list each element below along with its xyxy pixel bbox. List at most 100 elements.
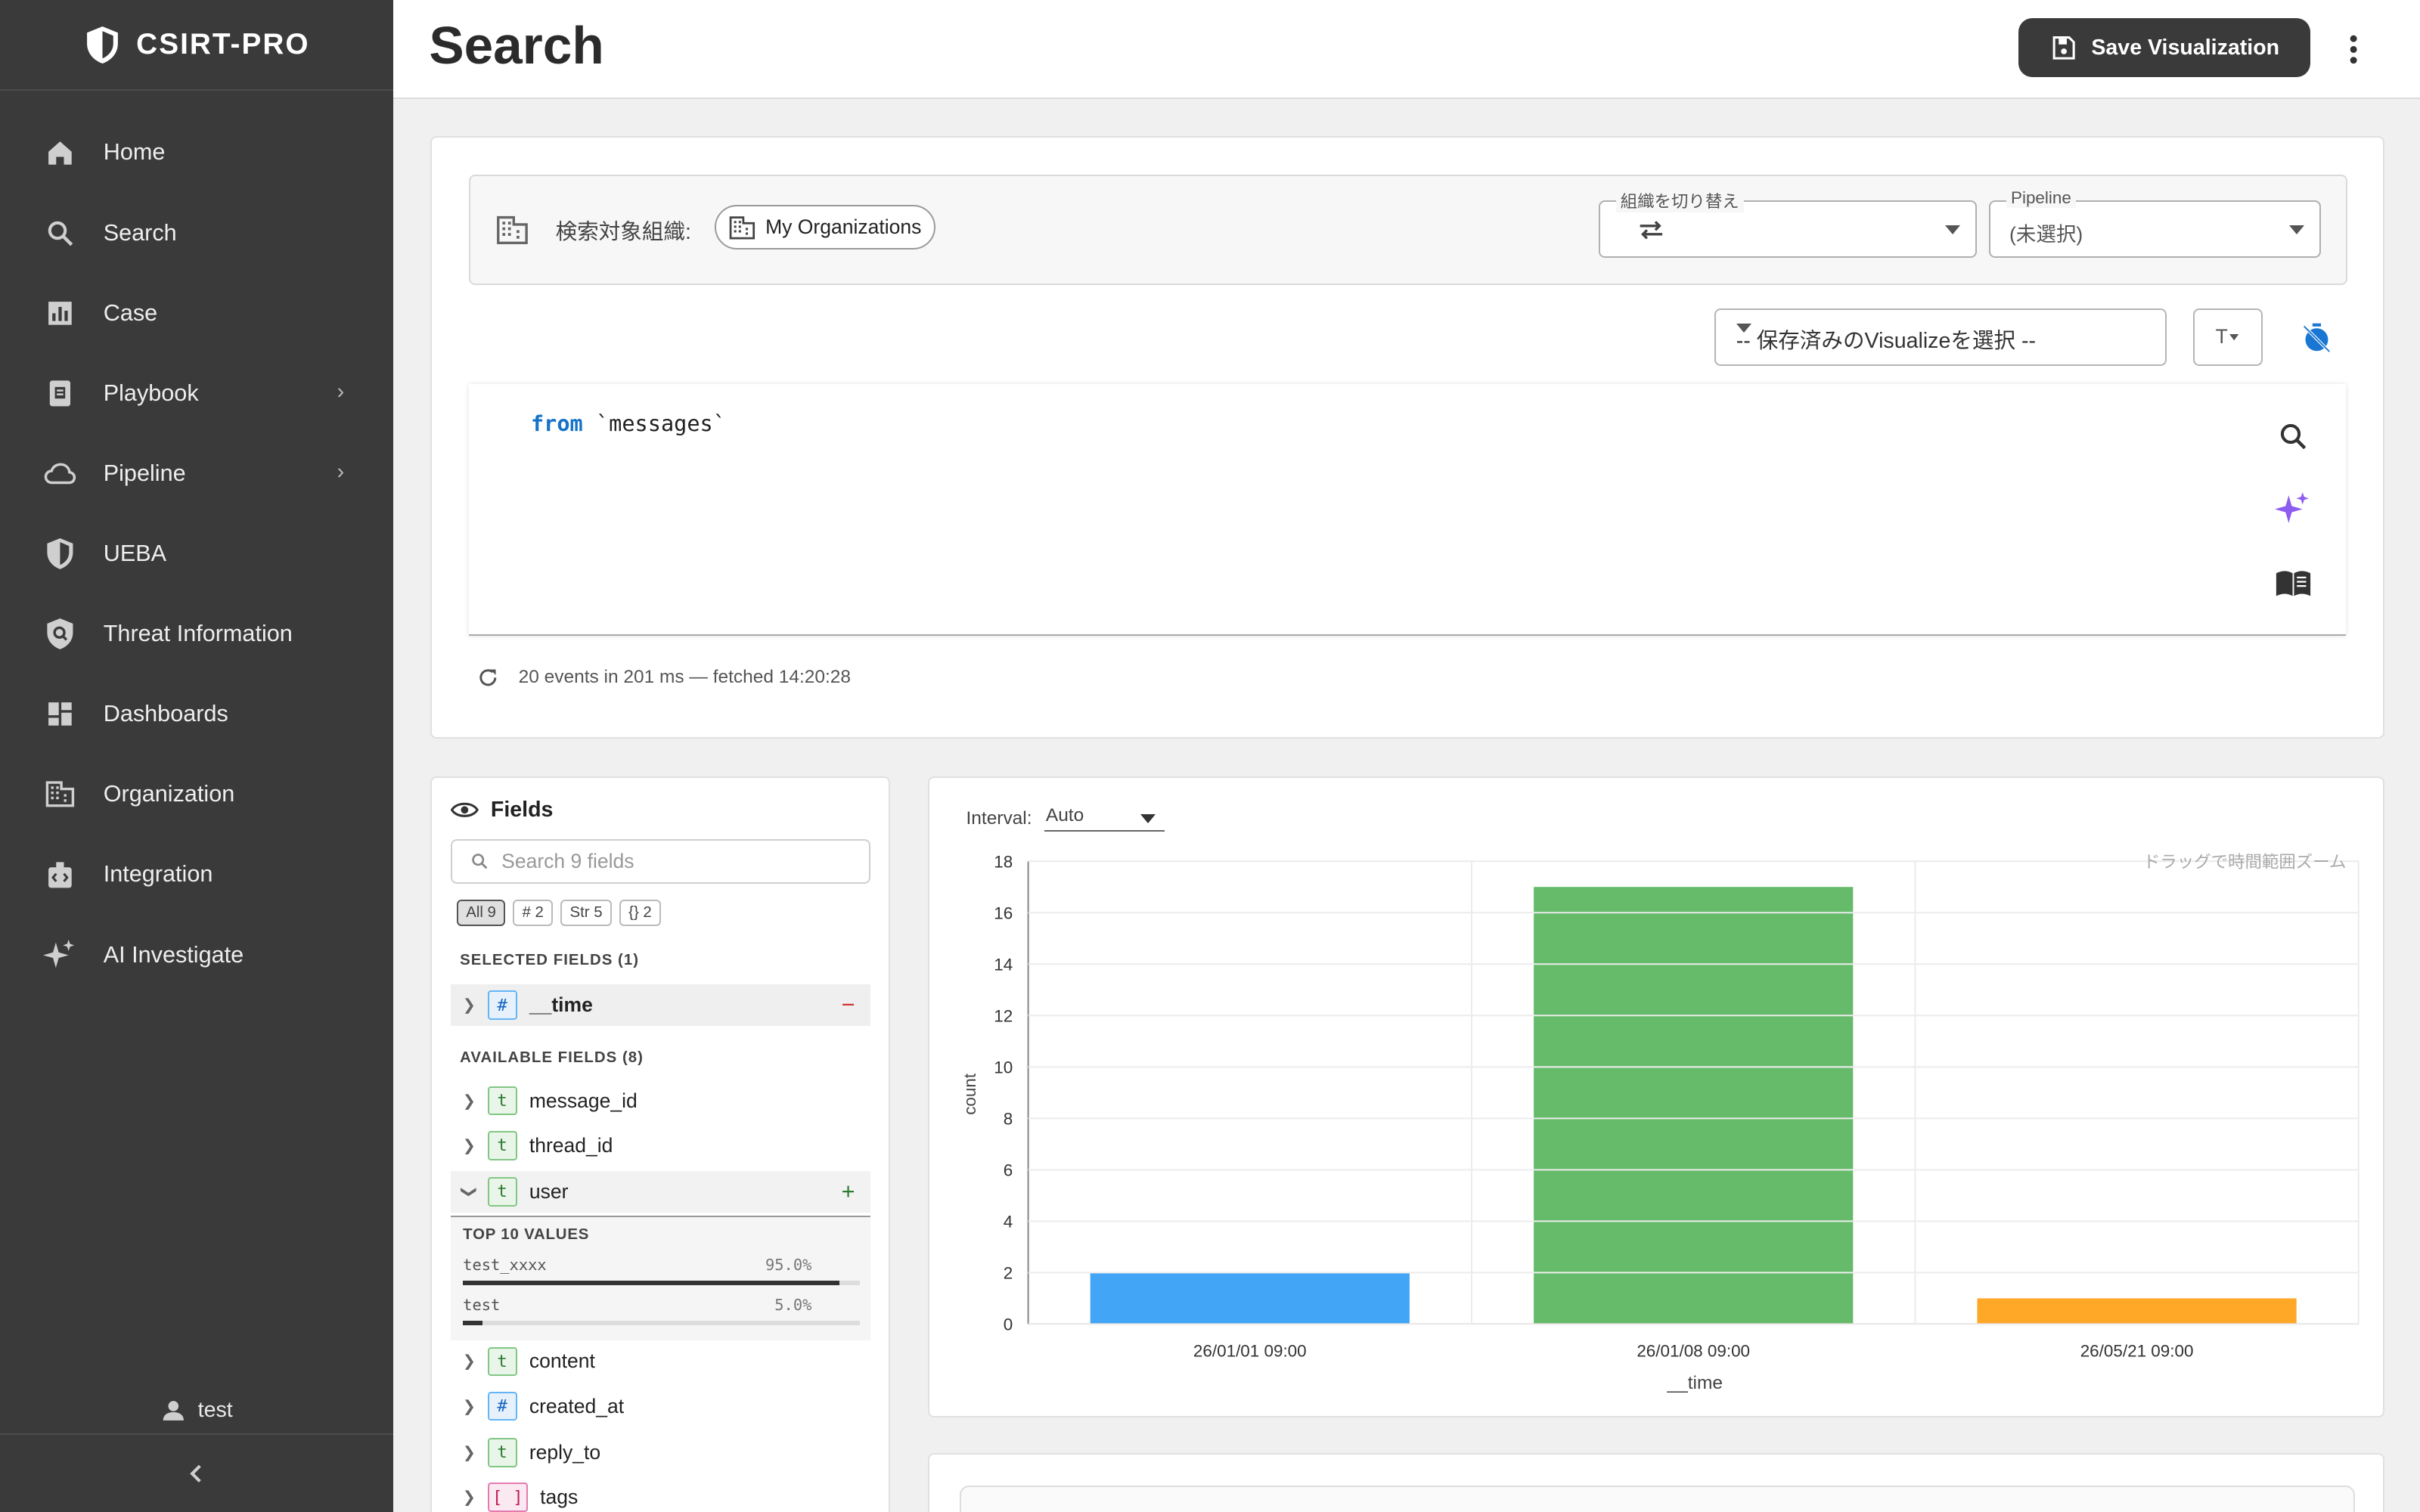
y-tick-label: 18 — [994, 852, 1013, 871]
sidebar-item-ai-investigate[interactable]: AI Investigate — [0, 915, 393, 995]
sidebar-item-search[interactable]: Search — [0, 193, 393, 273]
bar[interactable] — [1090, 1272, 1410, 1324]
sidebar-item-case[interactable]: Case — [0, 273, 393, 353]
field-row-selected[interactable]: ❯ # __time − — [450, 984, 870, 1027]
number-type-icon: # — [487, 1391, 517, 1421]
sidebar-item-threat-information[interactable]: Threat Information — [0, 594, 393, 674]
chevron-down-icon — [2288, 225, 2304, 234]
sidebar-item-pipeline[interactable]: Pipeline › — [0, 433, 393, 513]
chevron-right-icon[interactable]: ❯ — [451, 1092, 488, 1111]
saved-visualize-select[interactable]: -- 保存済みのVisualizeを選択 -- — [1714, 308, 2167, 366]
organization-bar: 検索対象組織: My Organizations 組織を切り替え Pipelin… — [469, 174, 2347, 286]
more-vert-icon — [2350, 35, 2357, 64]
field-row[interactable]: ❯ [ ] tags — [451, 1476, 870, 1512]
shield-icon — [43, 537, 77, 571]
query-code[interactable]: from `messages` — [531, 411, 726, 436]
sidebar-item-ueba[interactable]: UEBA — [0, 513, 393, 593]
timezone-button[interactable]: T — [2192, 308, 2263, 366]
field-type-filters: All 9 # 2 Str 5 {} 2 — [457, 899, 661, 926]
sidebar-item-label: Home — [103, 139, 166, 166]
query-card: 検索対象組織: My Organizations 組織を切り替え Pipelin… — [430, 135, 2384, 739]
histogram-card: Interval: Auto 26/05/21 09:00 26/01/08 09… — [927, 776, 2384, 1418]
field-row-expanded[interactable]: ❯ t user + — [450, 1170, 870, 1213]
sidebar-item-integration[interactable]: Integration — [0, 835, 393, 915]
chevron-right-icon[interactable]: ❯ — [451, 1488, 488, 1507]
field-row[interactable]: ❯ t thread_id — [451, 1125, 870, 1167]
sidebar-item-label: Dashboards — [103, 701, 228, 727]
shield-search-icon — [43, 617, 77, 651]
bar[interactable] — [1533, 886, 1853, 1324]
chevron-right-icon[interactable]: ❯ — [451, 1397, 488, 1416]
chevron-down-icon — [1736, 324, 1751, 333]
filter-all[interactable]: All 9 — [457, 899, 506, 926]
filter-number[interactable]: # 2 — [513, 899, 554, 926]
chevron-right-icon[interactable]: ❯ — [451, 1352, 488, 1371]
search-icon — [43, 216, 77, 250]
top-value-bar — [463, 1280, 860, 1285]
username: test — [197, 1397, 233, 1422]
book-open-icon — [2276, 571, 2311, 596]
y-tick-label: 6 — [1003, 1160, 1012, 1179]
org-chip-label: My Organizations — [765, 215, 922, 239]
add-field-button[interactable]: + — [842, 1179, 855, 1205]
filter-string[interactable]: Str 5 — [560, 899, 612, 926]
chevron-down-icon[interactable]: ❯ — [460, 1173, 479, 1210]
chevron-right-icon[interactable]: ❯ — [451, 1136, 488, 1155]
swap-icon — [1640, 220, 1663, 240]
sidebar-item-organization[interactable]: Organization — [0, 754, 393, 835]
pipeline-select[interactable]: Pipeline (未選択) — [1989, 187, 2322, 258]
more-options-button[interactable] — [2341, 31, 2366, 68]
sparkle-icon — [43, 938, 77, 972]
field-row[interactable]: ❯ # created_at — [451, 1386, 870, 1427]
ai-assist-button[interactable] — [2275, 491, 2312, 528]
sidebar-item-label: UEBA — [103, 541, 167, 567]
field-row[interactable]: ❯ t content — [451, 1340, 870, 1382]
search-icon — [472, 854, 488, 869]
save-visualization-label: Save Visualization — [2091, 35, 2280, 60]
query-source: `messages` — [582, 410, 726, 436]
field-row[interactable]: ❯ t reply_to — [451, 1432, 870, 1473]
user-icon — [163, 1400, 184, 1421]
chevron-right-icon[interactable]: ❯ — [451, 1443, 488, 1462]
user-menu[interactable]: test — [0, 1398, 393, 1423]
pipeline-legend: Pipeline — [2006, 187, 2076, 208]
sidebar-item-label: Pipeline — [103, 460, 186, 486]
timer-off-button[interactable] — [2295, 316, 2338, 359]
integration-icon — [43, 858, 77, 892]
fields-header: Fields — [450, 798, 553, 823]
field-search-placeholder: Search 9 fields — [501, 850, 634, 873]
text-type-icon: t — [487, 1177, 517, 1207]
bar[interactable] — [1976, 1297, 2297, 1324]
sparkle-icon — [2275, 491, 2309, 523]
results-area — [960, 1486, 2356, 1512]
query-editor[interactable]: from `messages` — [469, 384, 2346, 636]
sidebar-item-dashboards[interactable]: Dashboards — [0, 674, 393, 754]
chevron-right-icon[interactable]: ❯ — [451, 996, 488, 1015]
top-value-name: test — [463, 1296, 501, 1315]
brand[interactable]: CSIRT-PRO — [0, 0, 394, 91]
top-value-name: test_xxxx — [463, 1256, 547, 1275]
field-row[interactable]: ❯ t message_id — [451, 1080, 870, 1122]
run-search-button[interactable] — [2275, 418, 2312, 455]
top-value-bar-fill — [463, 1280, 840, 1285]
sidebar-item-label: AI Investigate — [103, 941, 244, 968]
filter-object[interactable]: {} 2 — [619, 899, 661, 926]
top-value-percent: 95.0% — [765, 1256, 812, 1275]
field-search-input[interactable]: Search 9 fields — [450, 839, 870, 885]
building-icon — [497, 215, 528, 244]
chevron-right-icon: › — [337, 460, 345, 485]
chevron-left-icon — [190, 1464, 201, 1483]
refresh-icon[interactable] — [476, 665, 501, 690]
sidebar-item-playbook[interactable]: Playbook › — [0, 353, 393, 433]
save-visualization-button[interactable]: Save Visualization — [2018, 18, 2311, 78]
histogram-chart[interactable]: 26/05/21 09:00 26/01/08 09:00 26/01/01 09:… — [929, 778, 2383, 1417]
collapse-sidebar-button[interactable] — [0, 1433, 394, 1512]
query-docs-button[interactable] — [2275, 565, 2312, 602]
sidebar-item-label: Case — [103, 299, 158, 326]
remove-field-button[interactable]: − — [842, 992, 855, 1018]
sidebar-item-home[interactable]: Home — [0, 113, 393, 193]
org-scope-chip[interactable]: My Organizations — [714, 205, 935, 250]
fields-panel: Fields Search 9 fields All 9 # 2 Str 5 {… — [430, 776, 891, 1512]
brand-name: CSIRT-PRO — [136, 28, 310, 61]
switch-organization-select[interactable]: 組織を切り替え — [1599, 187, 1978, 258]
